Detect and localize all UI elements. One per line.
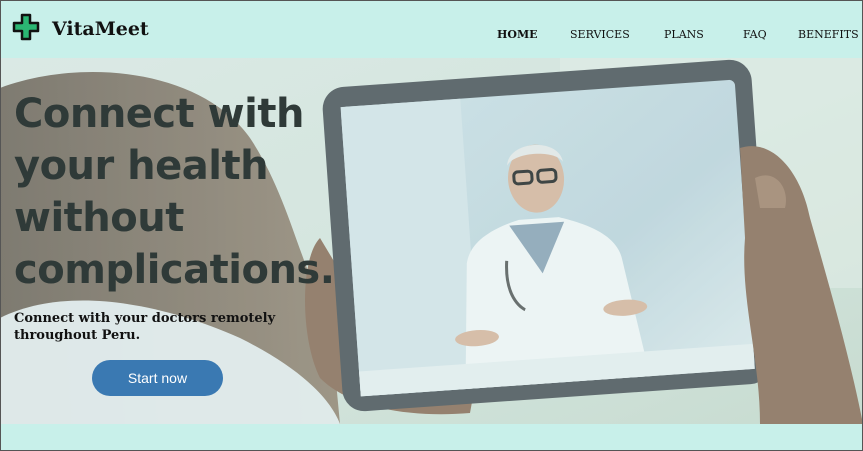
top-navbar: VitaMeet HOME SERVICES PLANS FAQ BENEFIT…	[0, 0, 863, 58]
main-menu: HOME SERVICES PLANS FAQ BENEFITS	[0, 0, 863, 58]
nav-item-faq[interactable]: FAQ	[743, 28, 767, 41]
hero-headline: Connect with your health without complic…	[14, 91, 335, 293]
nav-item-services[interactable]: SERVICES	[570, 28, 630, 41]
nav-item-home[interactable]: HOME	[497, 28, 538, 41]
bottom-band	[0, 424, 863, 451]
hero-section: Connect with your health without complic…	[0, 58, 863, 424]
start-now-button[interactable]: Start now	[92, 360, 223, 396]
nav-item-plans[interactable]: PLANS	[664, 28, 704, 41]
nav-item-benefits[interactable]: BENEFITS	[798, 28, 859, 41]
hero-subheadline: Connect with your doctors remotely throu…	[14, 311, 276, 343]
